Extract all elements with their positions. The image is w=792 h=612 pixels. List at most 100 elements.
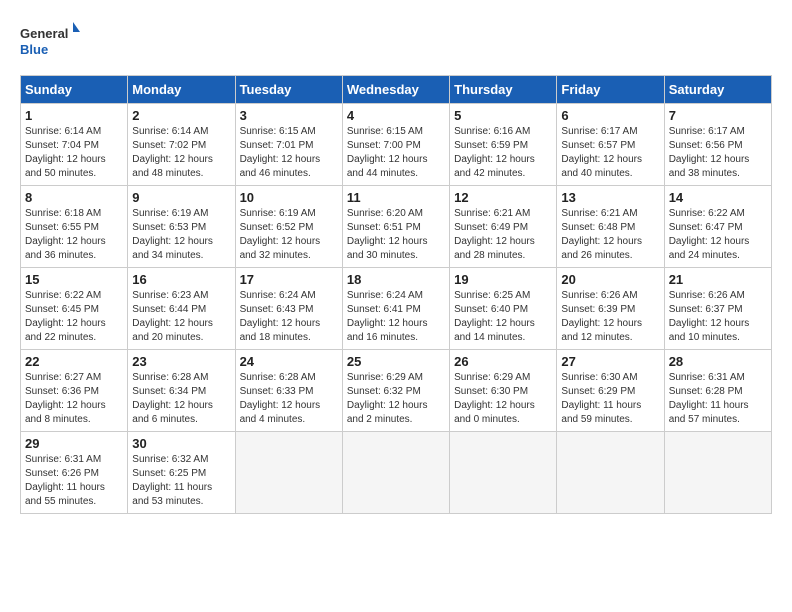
day-number: 15 [25, 272, 123, 287]
day-cell: 18Sunrise: 6:24 AM Sunset: 6:41 PM Dayli… [342, 268, 449, 350]
day-info: Sunrise: 6:22 AM Sunset: 6:45 PM Dayligh… [25, 289, 123, 345]
day-info: Sunrise: 6:31 AM Sunset: 6:26 PM Dayligh… [25, 453, 123, 509]
day-cell: 16Sunrise: 6:23 AM Sunset: 6:44 PM Dayli… [128, 268, 235, 350]
day-cell: 7 Sunrise: 6:17 AM Sunset: 6:56 PM Daylig… [664, 104, 771, 186]
day-cell: 2 Sunrise: 6:14 AM Sunset: 7:02 PM Daylig… [128, 104, 235, 186]
day-info: Sunrise: 6:20 AM Sunset: 6:51 PM Dayligh… [347, 207, 445, 263]
day-number: 22 [25, 354, 123, 369]
day-cell: 6 Sunrise: 6:17 AM Sunset: 6:57 PM Daylig… [557, 104, 664, 186]
day-cell: 27 Sunrise: 6:30 AM Sunset: 6:29 PM Dayli… [557, 350, 664, 432]
day-cell: 8 Sunrise: 6:18 AM Sunset: 6:55 PM Daylig… [21, 186, 128, 268]
day-info: Sunrise: 6:26 AM Sunset: 6:39 PM Dayligh… [561, 289, 659, 345]
page-header: General Blue [20, 20, 772, 65]
day-cell: 24 Sunrise: 6:28 AM Sunset: 6:33 PM Dayli… [235, 350, 342, 432]
day-cell: 14Sunrise: 6:22 AM Sunset: 6:47 PM Dayli… [664, 186, 771, 268]
day-number: 12 [454, 190, 552, 205]
day-info: Sunrise: 6:19 AM Sunset: 6:53 PM Dayligh… [132, 207, 230, 263]
week-row-3: 15 Sunrise: 6:22 AM Sunset: 6:45 PM Dayli… [21, 268, 772, 350]
logo-svg: General Blue [20, 20, 80, 65]
day-number: 10 [240, 190, 338, 205]
week-row-4: 22 Sunrise: 6:27 AM Sunset: 6:36 PM Dayli… [21, 350, 772, 432]
day-number: 19 [454, 272, 552, 287]
day-number: 24 [240, 354, 338, 369]
day-cell: 12 Sunrise: 6:21 AM Sunset: 6:49 PM Dayli… [450, 186, 557, 268]
day-info: Sunrise: 6:29 AM Sunset: 6:32 PM Dayligh… [347, 371, 445, 427]
day-info: Sunrise: 6:25 AM Sunset: 6:40 PM Dayligh… [454, 289, 552, 345]
day-info: Sunrise: 6:28 AM Sunset: 6:33 PM Dayligh… [240, 371, 338, 427]
day-info: Sunrise: 6:26 AM Sunset: 6:37 PM Dayligh… [669, 289, 767, 345]
day-number: 23 [132, 354, 230, 369]
day-cell: 19 Sunrise: 6:25 AM Sunset: 6:40 PM Dayli… [450, 268, 557, 350]
day-number: 4 [347, 108, 445, 123]
day-info: Sunrise: 6:28 AM Sunset: 6:34 PM Dayligh… [132, 371, 230, 427]
day-info: Sunrise: 6:14 AM Sunset: 7:02 PM Dayligh… [132, 125, 230, 181]
day-cell: 11 Sunrise: 6:20 AM Sunset: 6:51 PM Dayli… [342, 186, 449, 268]
day-number: 3 [240, 108, 338, 123]
day-cell: 25 Sunrise: 6:29 AM Sunset: 6:32 PM Dayli… [342, 350, 449, 432]
week-row-2: 8 Sunrise: 6:18 AM Sunset: 6:55 PM Daylig… [21, 186, 772, 268]
day-number: 21 [669, 272, 767, 287]
day-cell: 28 Sunrise: 6:31 AM Sunset: 6:28 PM Dayli… [664, 350, 771, 432]
day-number: 11 [347, 190, 445, 205]
svg-text:General: General [20, 26, 68, 41]
day-cell [557, 432, 664, 514]
day-number: 7 [669, 108, 767, 123]
day-info: Sunrise: 6:27 AM Sunset: 6:36 PM Dayligh… [25, 371, 123, 427]
day-cell: 23 Sunrise: 6:28 AM Sunset: 6:34 PM Dayli… [128, 350, 235, 432]
day-cell: 15 Sunrise: 6:22 AM Sunset: 6:45 PM Dayli… [21, 268, 128, 350]
day-info: Sunrise: 6:15 AM Sunset: 7:00 PM Dayligh… [347, 125, 445, 181]
day-number: 30 [132, 436, 230, 451]
day-cell [450, 432, 557, 514]
svg-text:Blue: Blue [20, 42, 48, 57]
day-info: Sunrise: 6:14 AM Sunset: 7:04 PM Dayligh… [25, 125, 123, 181]
day-info: Sunrise: 6:17 AM Sunset: 6:56 PM Dayligh… [669, 125, 767, 181]
week-row-1: 1 Sunrise: 6:14 AM Sunset: 7:04 PM Daylig… [21, 104, 772, 186]
day-info: Sunrise: 6:29 AM Sunset: 6:30 PM Dayligh… [454, 371, 552, 427]
day-info: Sunrise: 6:15 AM Sunset: 7:01 PM Dayligh… [240, 125, 338, 181]
day-number: 29 [25, 436, 123, 451]
col-header-saturday: Saturday [664, 76, 771, 104]
day-cell: 5 Sunrise: 6:16 AM Sunset: 6:59 PM Daylig… [450, 104, 557, 186]
day-number: 28 [669, 354, 767, 369]
day-number: 1 [25, 108, 123, 123]
day-cell: 30 Sunrise: 6:32 AM Sunset: 6:25 PM Dayli… [128, 432, 235, 514]
logo: General Blue [20, 20, 80, 65]
col-header-monday: Monday [128, 76, 235, 104]
day-info: Sunrise: 6:17 AM Sunset: 6:57 PM Dayligh… [561, 125, 659, 181]
day-number: 16 [132, 272, 230, 287]
day-number: 13 [561, 190, 659, 205]
day-cell: 17Sunrise: 6:24 AM Sunset: 6:43 PM Dayli… [235, 268, 342, 350]
day-cell: 1 Sunrise: 6:14 AM Sunset: 7:04 PM Daylig… [21, 104, 128, 186]
day-cell [664, 432, 771, 514]
col-header-thursday: Thursday [450, 76, 557, 104]
day-number: 6 [561, 108, 659, 123]
day-number: 14 [669, 190, 767, 205]
day-number: 27 [561, 354, 659, 369]
day-info: Sunrise: 6:18 AM Sunset: 6:55 PM Dayligh… [25, 207, 123, 263]
day-number: 5 [454, 108, 552, 123]
day-cell: 26Sunrise: 6:29 AM Sunset: 6:30 PM Dayli… [450, 350, 557, 432]
day-number: 20 [561, 272, 659, 287]
day-info: Sunrise: 6:24 AM Sunset: 6:43 PM Dayligh… [240, 289, 338, 345]
calendar-table: SundayMondayTuesdayWednesdayThursdayFrid… [20, 75, 772, 514]
day-cell: 20 Sunrise: 6:26 AM Sunset: 6:39 PM Dayli… [557, 268, 664, 350]
day-cell: 29 Sunrise: 6:31 AM Sunset: 6:26 PM Dayli… [21, 432, 128, 514]
day-info: Sunrise: 6:24 AM Sunset: 6:41 PM Dayligh… [347, 289, 445, 345]
day-cell: 21 Sunrise: 6:26 AM Sunset: 6:37 PM Dayli… [664, 268, 771, 350]
day-cell: 4 Sunrise: 6:15 AM Sunset: 7:00 PM Daylig… [342, 104, 449, 186]
day-cell [235, 432, 342, 514]
day-info: Sunrise: 6:32 AM Sunset: 6:25 PM Dayligh… [132, 453, 230, 509]
col-header-sunday: Sunday [21, 76, 128, 104]
day-cell: 10Sunrise: 6:19 AM Sunset: 6:52 PM Dayli… [235, 186, 342, 268]
day-info: Sunrise: 6:21 AM Sunset: 6:48 PM Dayligh… [561, 207, 659, 263]
day-number: 8 [25, 190, 123, 205]
day-number: 2 [132, 108, 230, 123]
day-info: Sunrise: 6:21 AM Sunset: 6:49 PM Dayligh… [454, 207, 552, 263]
day-cell: 13 Sunrise: 6:21 AM Sunset: 6:48 PM Dayli… [557, 186, 664, 268]
day-number: 25 [347, 354, 445, 369]
day-cell: 9Sunrise: 6:19 AM Sunset: 6:53 PM Daylig… [128, 186, 235, 268]
day-info: Sunrise: 6:31 AM Sunset: 6:28 PM Dayligh… [669, 371, 767, 427]
day-info: Sunrise: 6:16 AM Sunset: 6:59 PM Dayligh… [454, 125, 552, 181]
day-info: Sunrise: 6:30 AM Sunset: 6:29 PM Dayligh… [561, 371, 659, 427]
col-header-tuesday: Tuesday [235, 76, 342, 104]
